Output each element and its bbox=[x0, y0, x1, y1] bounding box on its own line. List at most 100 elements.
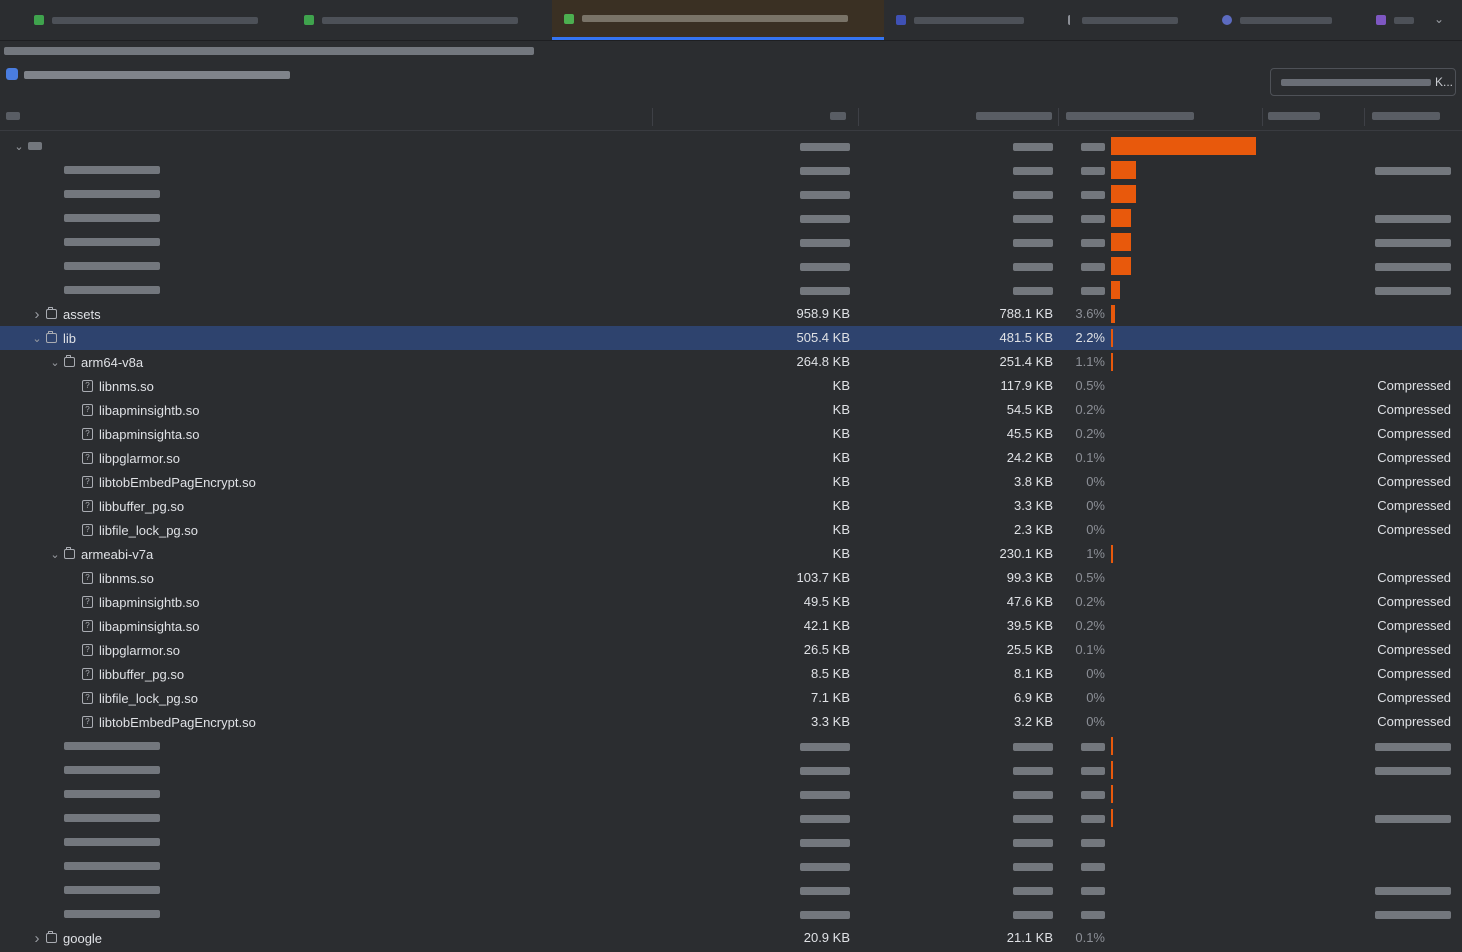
column-divider[interactable] bbox=[652, 108, 653, 126]
tree-row[interactable]: ? libnms.so 103.7 KB 99.3 KB 0.5% Compressed bbox=[0, 566, 1462, 590]
tree-row-name-cell: ⌄ bbox=[12, 134, 42, 158]
editor-tab-bar: ⌄ bbox=[0, 0, 1462, 41]
tree-row[interactable] bbox=[0, 158, 1462, 182]
tree-row[interactable]: ? libapminsightb.so KB 54.5 KB 0.2% Compresse… bbox=[0, 398, 1462, 422]
download-size: 3.3 KB bbox=[1013, 498, 1053, 513]
raw-size bbox=[730, 902, 850, 926]
download-size: 117.9 KB bbox=[1000, 378, 1053, 393]
editor-tab[interactable] bbox=[292, 0, 544, 40]
column-header-file[interactable] bbox=[6, 110, 20, 122]
tree-row[interactable] bbox=[0, 854, 1462, 878]
percent-of-total: 0% bbox=[1086, 522, 1105, 537]
tree-row[interactable]: ? libbuffer_pg.so 8.5 KB 8.1 KB 0% Compressed bbox=[0, 662, 1462, 686]
column-divider[interactable] bbox=[1364, 108, 1365, 126]
tree-row[interactable] bbox=[0, 206, 1462, 230]
tree-row[interactable]: ? libfile_lock_pg.so KB 2.3 KB 0% Compressed bbox=[0, 518, 1462, 542]
compression-status: Compressed bbox=[1377, 402, 1451, 417]
tree-row[interactable] bbox=[0, 254, 1462, 278]
tree-row[interactable]: ? libpglarmor.so KB 24.2 KB 0.1% Compressed bbox=[0, 446, 1462, 470]
editor-tab[interactable] bbox=[1364, 0, 1424, 40]
percent-of-total-redacted bbox=[1081, 790, 1105, 799]
tree-row[interactable]: ? libpglarmor.so 26.5 KB 25.5 KB 0.1% Compres… bbox=[0, 638, 1462, 662]
tree-row[interactable]: ? libnms.so KB 117.9 KB 0.5% Compressed bbox=[0, 374, 1462, 398]
collapse-arrow-icon[interactable]: ⌄ bbox=[48, 548, 62, 561]
tree-row-folder[interactable]: › google 20.9 KB 21.1 KB 0.1% bbox=[0, 926, 1462, 950]
tree-row[interactable] bbox=[0, 734, 1462, 758]
tree-row[interactable]: ? libapminsightb.so 49.5 KB 47.6 KB 0.2% Comp… bbox=[0, 590, 1462, 614]
expand-arrow-icon[interactable]: › bbox=[30, 306, 44, 323]
tree-row-folder[interactable]: ⌄ armeabi-v7a KB 230.1 KB 1% bbox=[0, 542, 1462, 566]
raw-size: 42.1 KB bbox=[803, 618, 850, 633]
editor-tab-active[interactable] bbox=[552, 0, 884, 40]
entry-name: libpglarmor.so bbox=[99, 642, 180, 658]
tree-row[interactable]: ? libapminsighta.so 42.1 KB 39.5 KB 0.2% Comp… bbox=[0, 614, 1462, 638]
size-bar bbox=[1111, 761, 1113, 779]
column-header-download-size[interactable] bbox=[976, 110, 1052, 122]
tree-row[interactable] bbox=[0, 758, 1462, 782]
tree-row[interactable] bbox=[0, 902, 1462, 926]
raw-size: 505.4 KB bbox=[796, 330, 851, 345]
tree-row[interactable] bbox=[0, 230, 1462, 254]
tree-row[interactable]: ? libbuffer_pg.so KB 3.3 KB 0% Compressed bbox=[0, 494, 1462, 518]
collapse-arrow-icon[interactable]: ⌄ bbox=[48, 356, 62, 369]
collapse-arrow-icon[interactable]: ⌄ bbox=[30, 332, 44, 345]
tree-row[interactable]: ⌄ bbox=[0, 134, 1462, 158]
info-icon bbox=[6, 68, 18, 80]
tree-row-folder[interactable]: ⌄ lib 505.4 KB 481.5 KB 2.2% bbox=[0, 326, 1462, 350]
tree-row[interactable]: ? libfile_lock_pg.so 7.1 KB 6.9 KB 0% Compres… bbox=[0, 686, 1462, 710]
tree-row-name-cell bbox=[30, 254, 160, 278]
percent-of-total bbox=[1061, 134, 1105, 158]
download-size: 481.5 KB bbox=[999, 330, 1054, 345]
tree-row[interactable] bbox=[0, 830, 1462, 854]
tab-list-chevron-icon[interactable]: ⌄ bbox=[1434, 12, 1444, 26]
redacted-entry-name bbox=[64, 262, 160, 270]
compression-redacted bbox=[1361, 758, 1451, 782]
tree-row[interactable] bbox=[0, 878, 1462, 902]
tree-row-name-cell bbox=[30, 854, 160, 878]
tree-row[interactable] bbox=[0, 806, 1462, 830]
column-header-percent[interactable] bbox=[1066, 110, 1194, 122]
raw-size-redacted bbox=[800, 910, 850, 919]
percent-of-total: 1.1% bbox=[1075, 354, 1105, 369]
column-divider[interactable] bbox=[858, 108, 859, 126]
tree-row[interactable]: ? libtobEmbedPagEncrypt.so KB 3.8 KB 0% Compr… bbox=[0, 470, 1462, 494]
compression-redacted bbox=[1361, 158, 1451, 182]
column-header-aligned[interactable] bbox=[1268, 110, 1320, 122]
editor-tab[interactable] bbox=[1056, 0, 1206, 40]
download-size-redacted bbox=[1013, 862, 1053, 871]
column-header-raw-size[interactable] bbox=[830, 110, 846, 122]
unknown-file-icon: ? bbox=[82, 644, 93, 656]
percent-of-total: 0.1% bbox=[1075, 642, 1105, 657]
editor-tab[interactable] bbox=[884, 0, 1044, 40]
raw-size bbox=[730, 134, 850, 158]
tree-row[interactable] bbox=[0, 278, 1462, 302]
tree-row-folder[interactable]: › assets 958.9 KB 788.1 KB 3.6% bbox=[0, 302, 1462, 326]
raw-size-redacted bbox=[800, 790, 850, 799]
raw-size bbox=[730, 206, 850, 230]
download-size bbox=[953, 254, 1053, 278]
unknown-file-icon: ? bbox=[82, 716, 93, 728]
tree-row[interactable]: ? libapminsighta.so KB 45.5 KB 0.2% Compresse… bbox=[0, 422, 1462, 446]
entry-name: libnms.so bbox=[99, 570, 154, 586]
editor-tab[interactable] bbox=[22, 0, 286, 40]
tree-row[interactable] bbox=[0, 782, 1462, 806]
column-divider[interactable] bbox=[1262, 108, 1263, 126]
compression-status: Compressed bbox=[1377, 642, 1451, 657]
entry-name: libpglarmor.so bbox=[99, 450, 180, 466]
column-header-compression[interactable] bbox=[1372, 110, 1440, 122]
percent-of-total bbox=[1061, 158, 1105, 182]
tree-row[interactable]: ? libtobEmbedPagEncrypt.so 3.3 KB 3.2 KB 0% C… bbox=[0, 710, 1462, 734]
raw-size-redacted bbox=[800, 742, 850, 751]
file-type-icon bbox=[1222, 15, 1232, 25]
column-divider[interactable] bbox=[1058, 108, 1059, 126]
file-type-icon bbox=[1068, 15, 1074, 25]
tree-row-name-cell: ? libapminsighta.so bbox=[66, 422, 199, 446]
collapse-arrow-icon[interactable]: ⌄ bbox=[12, 140, 26, 153]
compare-with-previous-apk-button[interactable]: K... bbox=[1270, 68, 1456, 96]
tree-row[interactable] bbox=[0, 182, 1462, 206]
download-size bbox=[953, 278, 1053, 302]
tree-row-folder[interactable]: ⌄ arm64-v8a 264.8 KB 251.4 KB 1.1% bbox=[0, 350, 1462, 374]
expand-arrow-icon[interactable]: › bbox=[30, 930, 44, 947]
editor-tab[interactable] bbox=[1210, 0, 1360, 40]
folder-icon bbox=[46, 307, 57, 319]
